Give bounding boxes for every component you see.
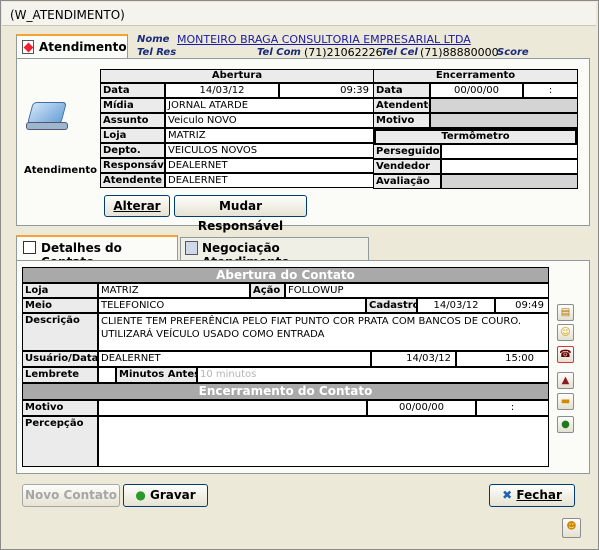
acao-field[interactable]: FOLLOWUP (285, 283, 549, 298)
vendedor-label: Vendedor (373, 159, 441, 174)
telcom-label: Tel Com (257, 47, 301, 58)
minutos-field[interactable]: 10 minutos (197, 367, 549, 383)
smiley-icon[interactable]: ☺ (557, 324, 574, 341)
novo-contato-label: Novo Contato (25, 488, 117, 502)
midia-field[interactable]: JORNAL ATARDE (165, 98, 374, 113)
atendente-label: Atendente (100, 173, 165, 188)
abertura-contato-header: Abertura do Contato (22, 267, 549, 283)
atendimento-icon (24, 100, 74, 134)
meio-label: Meio (22, 298, 98, 313)
avaliacao-field (441, 174, 578, 189)
usuario-time: 15:00 (456, 351, 549, 367)
responsavel-label: Responsável (100, 158, 165, 173)
enc-data-label: Data (373, 83, 430, 98)
negotiation-icon (185, 241, 198, 255)
loja-label: Loja (100, 128, 165, 143)
telres-label: Tel Res (137, 47, 177, 58)
calendar-icon[interactable]: ▤ (557, 304, 574, 321)
loja-field[interactable]: MATRIZ (165, 128, 374, 143)
lembrete-label: Lembrete (22, 367, 98, 383)
depto-field[interactable]: VEICULOS NOVOS (165, 143, 374, 158)
encerramento-header: Encerramento (373, 69, 578, 83)
enc-data-time[interactable]: : (523, 83, 578, 98)
perseguidor-label: Perseguidor (373, 144, 441, 159)
folder-icon[interactable]: ▬ (557, 393, 574, 410)
atendente-field[interactable]: DEALERNET (165, 173, 374, 188)
contato-loja-field[interactable]: MATRIZ (98, 283, 250, 298)
motivo-date[interactable]: 00/00/00 (367, 400, 476, 416)
mudar-responsavel-button[interactable]: Mudar Responsável (174, 195, 307, 233)
score-label: Score (497, 47, 529, 58)
tab-atendimento[interactable]: Atendimento (16, 34, 128, 58)
telcel-label: Tel Cel (381, 47, 418, 58)
car-icon[interactable]: ▲ (557, 372, 574, 389)
abertura-header: Abertura (100, 69, 374, 83)
percepcao-field[interactable] (98, 416, 549, 467)
usuario-date: 14/03/12 (371, 351, 456, 367)
depto-label: Depto. (100, 143, 165, 158)
percepcao-label: Percepção (22, 416, 98, 467)
nome-link[interactable]: MONTEIRO BRAGA CONSULTORIA EMPRESARIAL L… (177, 33, 471, 46)
enc-atendente-label: Atendente (373, 98, 430, 113)
motivo-label: Motivo (22, 400, 98, 416)
enc-atendente-field (430, 98, 578, 113)
cadastro-label: Cadastro (366, 298, 417, 313)
tab-negociacao[interactable]: Negociação Atendimento (180, 237, 369, 269)
motivo-time[interactable]: : (476, 400, 549, 416)
contato-loja-label: Loja (22, 283, 98, 298)
avaliacao-label: Avaliação (373, 174, 441, 189)
gravar-label: Gravar (149, 488, 196, 502)
vendedor-field[interactable] (441, 159, 578, 174)
usuario-field: DEALERNET (98, 351, 371, 367)
minutos-label: Minutos Antes (116, 367, 197, 383)
midia-label: Mídia (100, 98, 165, 113)
enc-motivo-field (430, 113, 578, 128)
nome-label: Nome (137, 34, 170, 45)
tab-atendimento-label: Atendimento (39, 40, 127, 54)
enc-motivo-label: Motivo (373, 113, 430, 128)
contact-icon (23, 241, 36, 254)
encerramento-contato-header: Encerramento do Contato (22, 383, 549, 400)
window-title: (W_ATENDIMENTO) (10, 8, 125, 22)
gravar-button[interactable]: ● Gravar (123, 484, 208, 507)
tab-detalhes-contato[interactable]: Detalhes do Contato (16, 235, 178, 269)
assunto-label: Assunto (100, 113, 165, 128)
acao-label: Ação (250, 283, 285, 298)
fechar-label: Fechar (516, 488, 562, 502)
novo-contato-button: Novo Contato (22, 484, 120, 507)
termometro-header: Termômetro (375, 130, 576, 144)
data-label: Data (100, 83, 165, 98)
enc-data-date[interactable]: 00/00/00 (430, 83, 523, 98)
data-time[interactable]: 09:39 (279, 83, 374, 98)
meio-field[interactable]: TELEFONICO (98, 298, 366, 313)
phone-icon[interactable]: ☎ (557, 346, 574, 363)
assunto-field[interactable]: Veiculo NOVO (165, 113, 374, 128)
form-icon (22, 40, 34, 54)
descricao-label: Descrição (22, 313, 98, 351)
lembrete-checkbox[interactable] (98, 367, 116, 383)
descricao-field[interactable]: CLIENTE TEM PREFERÊNCIA PELO FIAT PUNTO … (98, 313, 549, 351)
save-icon: ● (135, 488, 146, 502)
atendimento-caption: Atendimento (24, 165, 97, 176)
fechar-button[interactable]: ✖ Fechar (489, 484, 575, 507)
cadastro-time: 09:49 (495, 298, 549, 313)
bug-icon[interactable]: ● (557, 416, 574, 433)
perseguidor-field[interactable] (441, 144, 578, 159)
alterar-button[interactable]: Alterar (104, 195, 170, 217)
user-icon[interactable]: ☻ (562, 518, 581, 538)
data-date[interactable]: 14/03/12 (165, 83, 279, 98)
motivo-field[interactable] (98, 400, 367, 416)
responsavel-field[interactable]: DEALERNET (165, 158, 374, 173)
usuario-label: Usuário/Data (22, 351, 98, 367)
close-icon: ✖ (502, 488, 513, 502)
cadastro-date: 14/03/12 (417, 298, 495, 313)
